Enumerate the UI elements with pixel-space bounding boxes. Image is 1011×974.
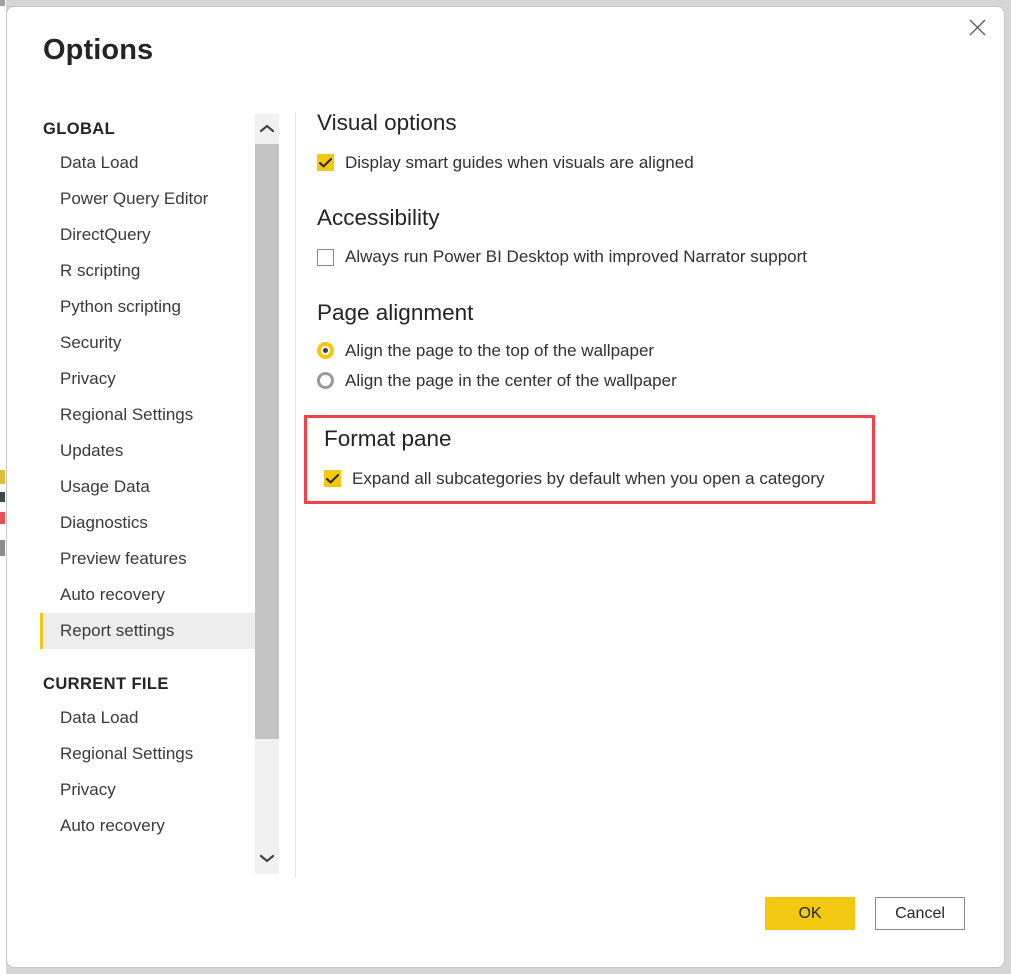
pane-divider xyxy=(295,112,296,877)
section-format-pane: Format pane Expand all subcategories by … xyxy=(324,426,884,489)
sidebar-item-auto-recovery[interactable]: Auto recovery xyxy=(43,577,251,613)
chevron-down-icon xyxy=(259,850,275,868)
sidebar-item-label: Privacy xyxy=(60,369,116,388)
checkbox-row-smart-guides[interactable]: Display smart guides when visuals are al… xyxy=(317,153,957,173)
sidebar-item-security[interactable]: Security xyxy=(43,325,251,361)
options-content-pane: Visual options Display smart guides when… xyxy=(304,110,957,504)
sidebar-item-privacy[interactable]: Privacy xyxy=(43,361,251,397)
sidebar-item-label: R scripting xyxy=(60,261,141,280)
sidebar-group-header-global: GLOBAL xyxy=(43,120,116,138)
background-chip xyxy=(0,492,5,502)
sidebar-item-label: Auto recovery xyxy=(60,816,165,835)
radio-row-align-center[interactable]: Align the page in the center of the wall… xyxy=(317,371,957,391)
align-top-label: Align the page to the top of the wallpap… xyxy=(345,340,655,360)
background-chip xyxy=(0,470,5,484)
sidebar-item-label: Regional Settings xyxy=(60,744,194,763)
smart-guides-checkbox[interactable] xyxy=(317,154,334,171)
background-chip xyxy=(0,0,5,6)
sidebar-item-current-data-load[interactable]: Data Load xyxy=(43,700,251,736)
smart-guides-label: Display smart guides when visuals are al… xyxy=(345,152,694,172)
narrator-checkbox[interactable] xyxy=(317,248,334,266)
sidebar-item-label: Power Query Editor xyxy=(60,189,209,208)
options-dialog: Options GLOBAL Data Load Power Query Edi… xyxy=(6,6,1005,968)
options-sidebar: GLOBAL Data Load Power Query Editor Dire… xyxy=(40,112,270,877)
sidebar-item-label: Usage Data xyxy=(60,477,150,496)
close-button[interactable] xyxy=(954,9,1000,45)
sidebar-item-directquery[interactable]: DirectQuery xyxy=(43,217,251,253)
sidebar-item-r-scripting[interactable]: R scripting xyxy=(43,253,251,289)
checkbox-row-narrator[interactable]: Always run Power BI Desktop with improve… xyxy=(317,247,957,267)
chevron-up-icon xyxy=(259,120,275,138)
sidebar-item-label: Data Load xyxy=(60,153,139,172)
sidebar-item-preview-features[interactable]: Preview features xyxy=(43,541,251,577)
sidebar-item-report-settings[interactable]: Report settings xyxy=(40,613,270,649)
sidebar-item-label: Updates xyxy=(60,441,124,460)
sidebar-item-current-privacy[interactable]: Privacy xyxy=(43,772,251,808)
sidebar-item-label: Regional Settings xyxy=(60,405,194,424)
sidebar-item-diagnostics[interactable]: Diagnostics xyxy=(43,505,251,541)
sidebar-item-label: DirectQuery xyxy=(60,225,151,244)
cancel-button[interactable]: Cancel xyxy=(875,897,965,930)
close-icon xyxy=(969,19,986,36)
sidebar-item-label: Report settings xyxy=(60,621,175,640)
align-top-radio[interactable] xyxy=(317,342,334,359)
radio-row-align-top[interactable]: Align the page to the top of the wallpap… xyxy=(317,341,957,361)
section-title-accessibility: Accessibility xyxy=(317,204,440,230)
sidebar-item-label: Preview features xyxy=(60,549,187,568)
sidebar-item-label: Python scripting xyxy=(60,297,181,316)
align-center-label: Align the page in the center of the wall… xyxy=(345,370,677,390)
sidebar-item-label: Data Load xyxy=(60,708,139,727)
sidebar-item-usage-data[interactable]: Usage Data xyxy=(43,469,251,505)
background-chip xyxy=(0,512,5,524)
sidebar-item-label: Diagnostics xyxy=(60,513,148,532)
expand-subcategories-label: Expand all subcategories by default when… xyxy=(352,468,825,488)
sidebar-item-current-auto-recovery[interactable]: Auto recovery xyxy=(43,808,251,844)
scroll-up-button[interactable] xyxy=(255,114,279,144)
section-title-format-pane: Format pane xyxy=(324,426,452,451)
sidebar-item-regional-settings[interactable]: Regional Settings xyxy=(43,397,251,433)
sidebar-item-label: Privacy xyxy=(60,780,116,799)
expand-subcategories-checkbox[interactable] xyxy=(324,470,341,487)
section-page-alignment: Page alignment Align the page to the top… xyxy=(317,300,957,391)
sidebar-item-python-scripting[interactable]: Python scripting xyxy=(43,289,251,325)
sidebar-group-header-current-file: CURRENT FILE xyxy=(43,675,169,693)
sidebar-item-updates[interactable]: Updates xyxy=(43,433,251,469)
checkbox-row-expand-subcategories[interactable]: Expand all subcategories by default when… xyxy=(324,469,884,489)
ok-button[interactable]: OK xyxy=(765,897,855,930)
sidebar-item-label: Auto recovery xyxy=(60,585,165,604)
section-title-visual-options: Visual options xyxy=(317,110,457,135)
sidebar-item-power-query-editor[interactable]: Power Query Editor xyxy=(43,181,251,217)
scroll-down-button[interactable] xyxy=(255,844,279,874)
sidebar-scrollbar[interactable] xyxy=(255,114,279,874)
sidebar-item-current-regional-settings[interactable]: Regional Settings xyxy=(43,736,251,772)
section-title-page-alignment: Page alignment xyxy=(317,300,474,325)
page-title: Options xyxy=(43,34,154,66)
scrollbar-thumb[interactable] xyxy=(255,144,279,739)
section-accessibility: Accessibility Always run Power BI Deskto… xyxy=(317,204,957,268)
narrator-label: Always run Power BI Desktop with improve… xyxy=(345,247,808,266)
sidebar-item-data-load[interactable]: Data Load xyxy=(43,145,251,181)
sidebar-item-label: Security xyxy=(60,333,122,352)
section-visual-options: Visual options Display smart guides when… xyxy=(317,110,957,173)
align-center-radio[interactable] xyxy=(317,372,334,389)
background-chip xyxy=(0,540,5,556)
